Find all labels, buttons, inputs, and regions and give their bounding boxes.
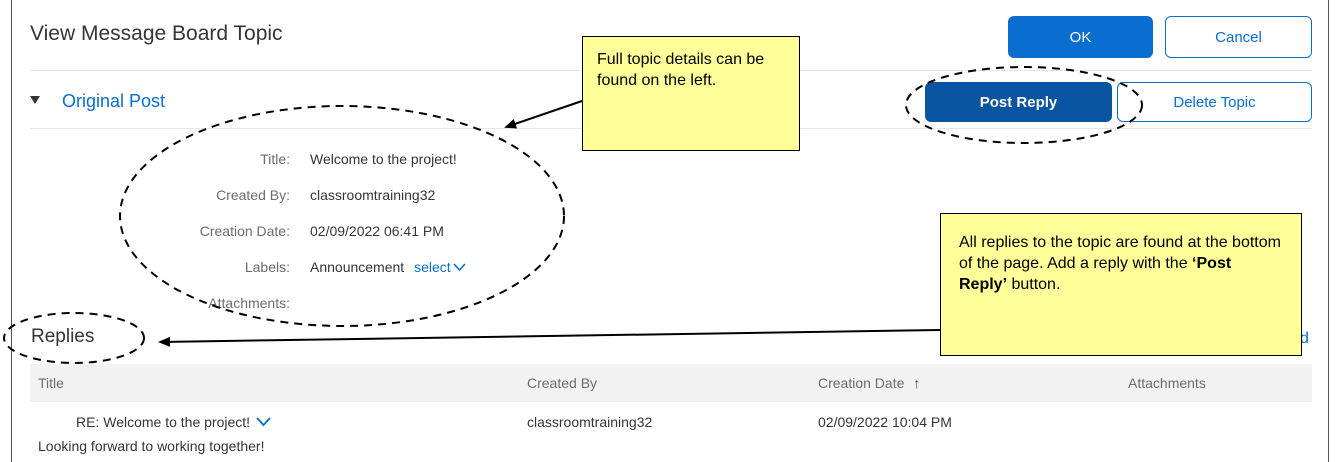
post-reply-highlight-ellipse bbox=[905, 66, 1143, 144]
details-highlight-ellipse bbox=[119, 105, 565, 327]
callout-replies-end: button. bbox=[1007, 276, 1061, 293]
callout-replies-text: All replies to the topic are found at th… bbox=[959, 234, 1281, 272]
details-arrow bbox=[504, 100, 583, 129]
replies-highlight-ellipse bbox=[3, 312, 145, 364]
callout-replies: All replies to the topic are found at th… bbox=[940, 213, 1302, 356]
replies-arrow bbox=[158, 329, 941, 347]
callout-topic-details: Full topic details can be found on the l… bbox=[582, 36, 800, 151]
